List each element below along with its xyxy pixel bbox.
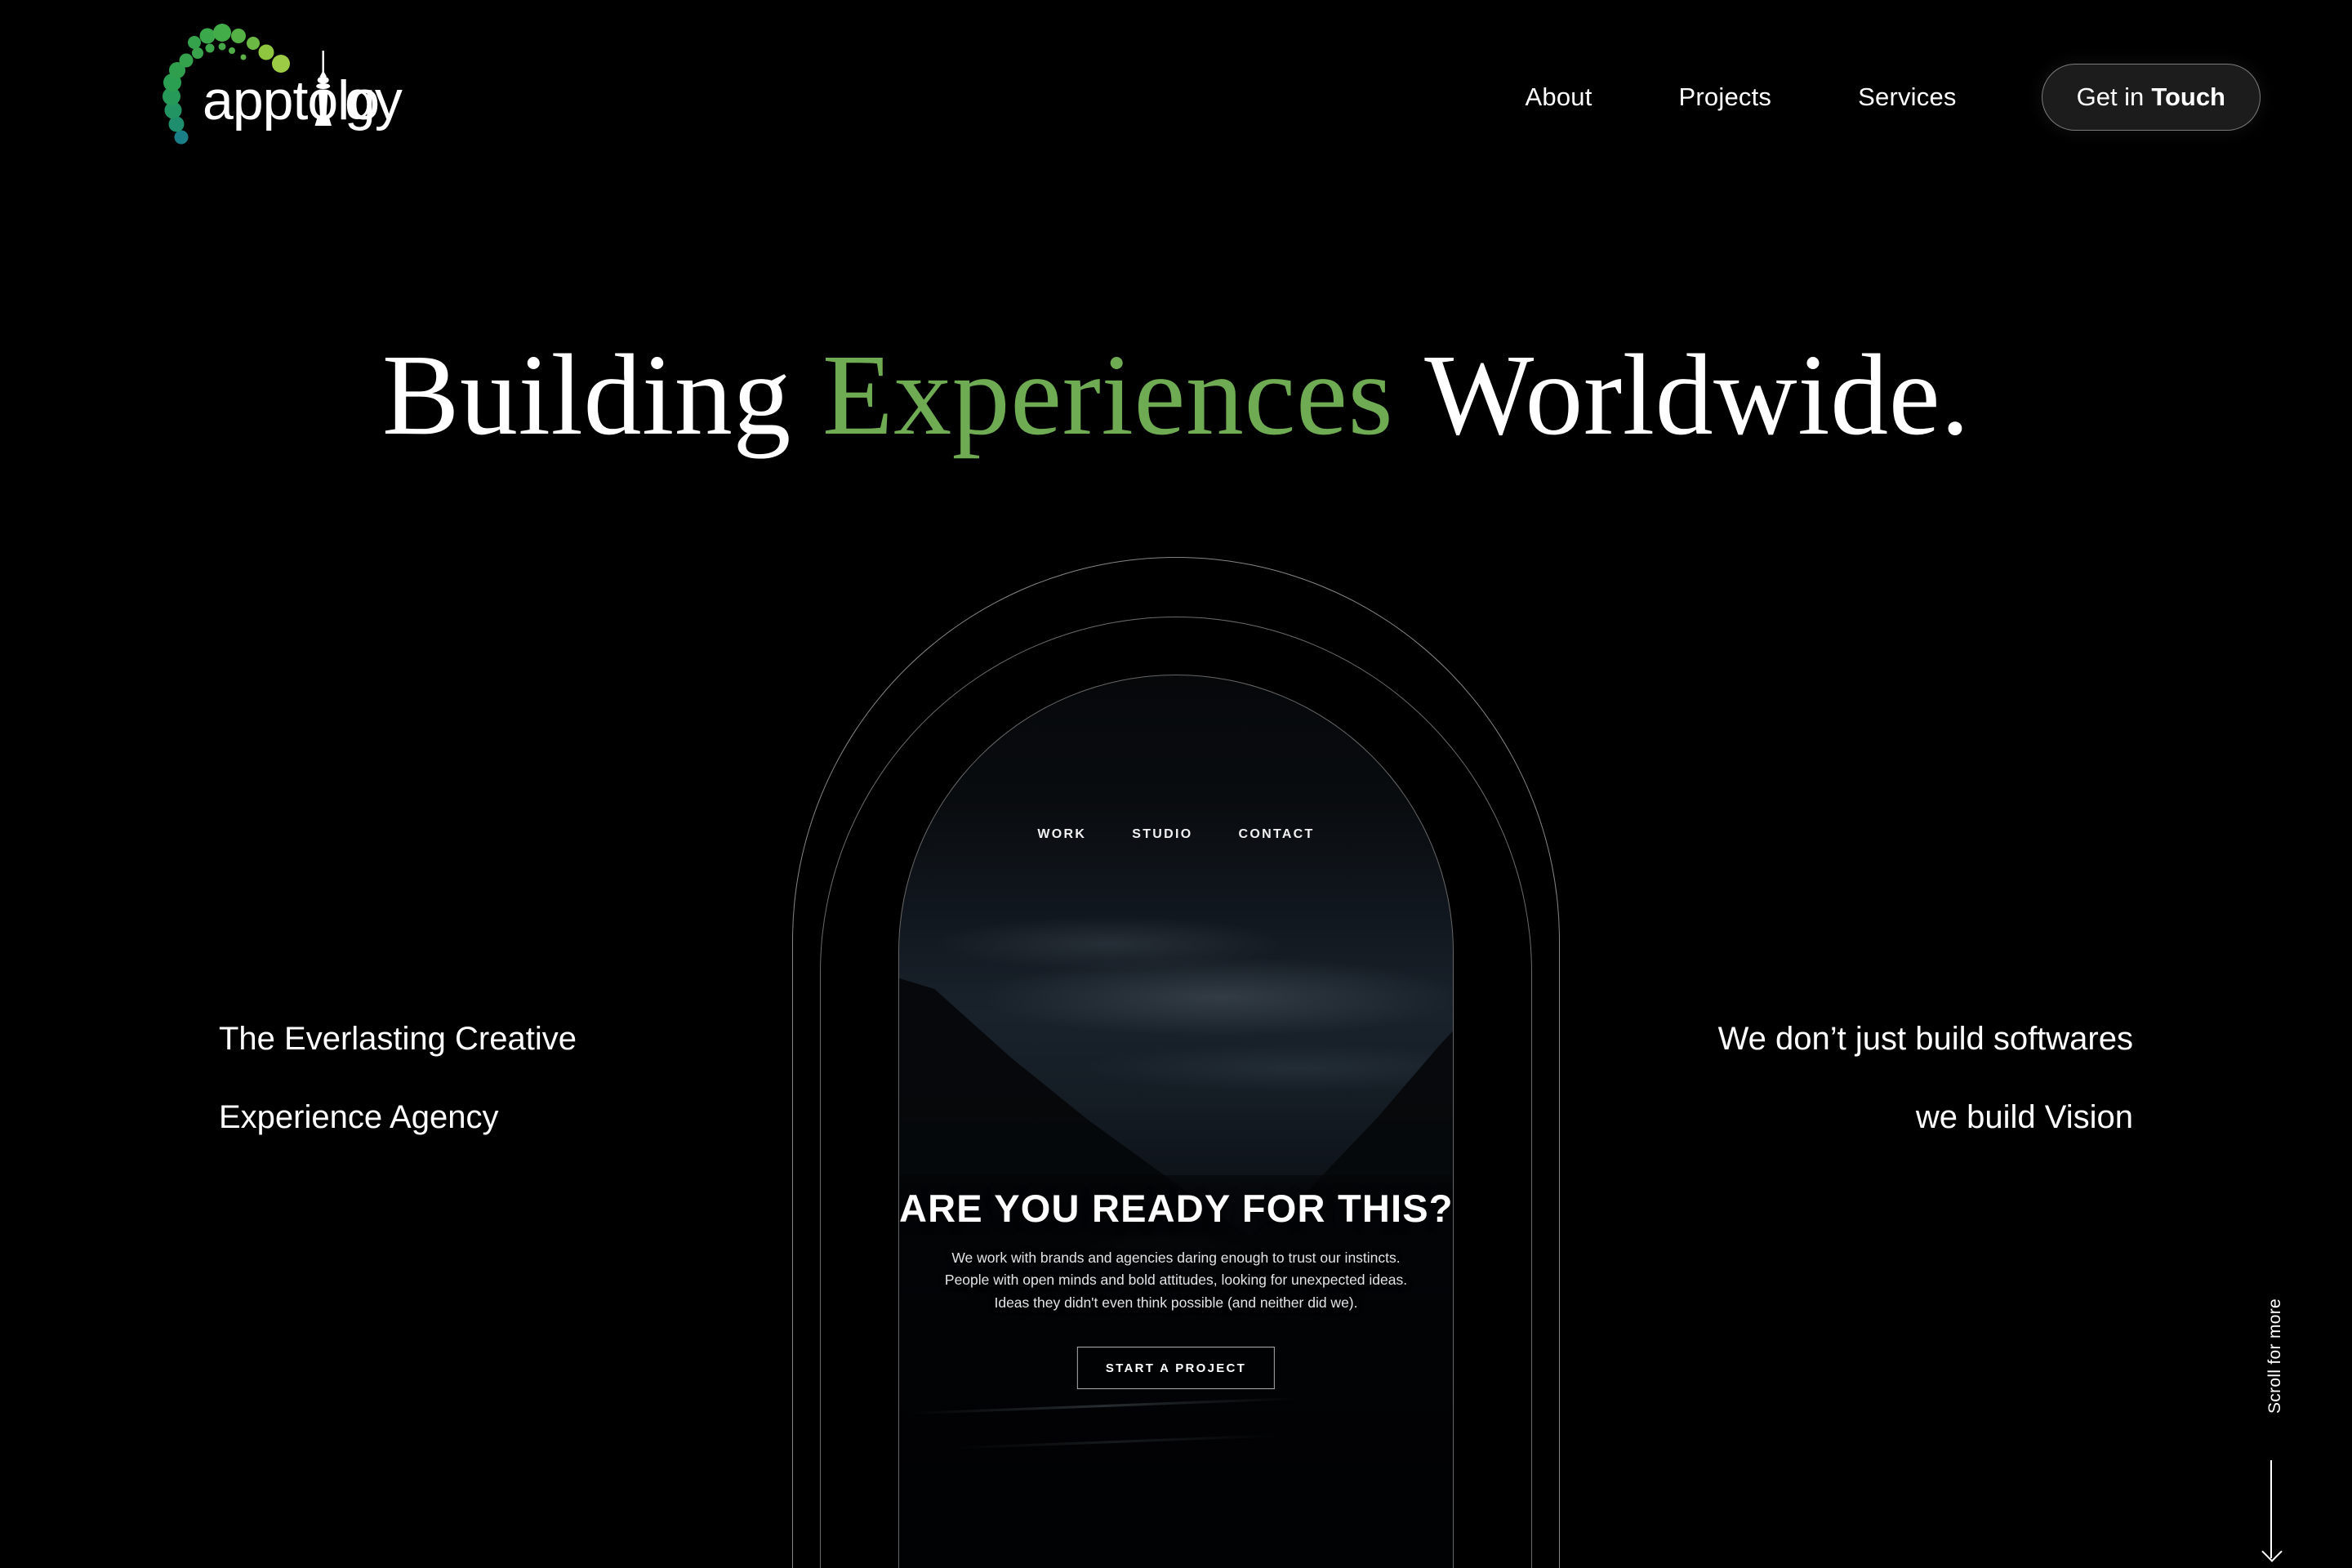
cta-label-regular: Get in [2076,82,2145,111]
brand-logo[interactable]: apptolo gy [122,21,441,176]
arch-preview-screen: WORK STUDIO CONTACT ARE YOU READY FOR TH… [899,675,1453,1568]
right-tagline: We don’t just build softwares we build V… [1718,1022,2133,1134]
site-header: apptolo gy About Projects Services Get i… [0,0,2352,204]
preview-body-line-2: People with open minds and bold attitude… [944,1272,1408,1289]
arch-composition: WORK STUDIO CONTACT ARE YOU READY FOR TH… [792,539,1560,1568]
primary-navigation: About Projects Services Get in Touch [1526,64,2261,131]
start-a-project-button[interactable]: START A PROJECT [1076,1347,1276,1389]
svg-text:gy: gy [345,69,403,131]
preview-nav-item-contact[interactable]: CONTACT [1238,827,1314,842]
right-tagline-line-2: we build Vision [1915,1099,2133,1135]
get-in-touch-button[interactable]: Get in Touch [2041,64,2261,131]
nav-item-projects[interactable]: Projects [1679,82,1772,112]
nav-item-about[interactable]: About [1526,82,1592,112]
preview-navigation: WORK STUDIO CONTACT [899,827,1453,842]
cta-label-bold: Touch [2151,82,2225,111]
arrow-down-icon [2270,1460,2272,1558]
preview-nav-item-work[interactable]: WORK [1037,827,1086,842]
headline-word-experiences: Experiences [822,330,1394,459]
nav-item-services[interactable]: Services [1858,82,1956,112]
scroll-for-more-cue[interactable]: Scroll for more [2239,1298,2288,1568]
apptology-logo-icon: apptolo gy [163,24,403,145]
preview-nav-item-studio[interactable]: STUDIO [1132,827,1192,842]
preview-body-copy: We work with brands and agencies daring … [899,1247,1453,1314]
left-tagline-line-1: The Everlasting Creative [219,1021,577,1057]
right-tagline-line-1: We don’t just build softwares [1717,1021,2133,1057]
headline-word-worldwide: Worldwide. [1424,330,1971,459]
preview-headline: ARE YOU READY FOR THIS? [899,1187,1453,1230]
hero-headline: Building Experiences Worldwide. [0,336,2352,452]
preview-content: WORK STUDIO CONTACT ARE YOU READY FOR TH… [899,675,1453,1568]
left-tagline: The Everlasting Creative Experience Agen… [219,1022,577,1134]
left-tagline-line-2: Experience Agency [219,1099,499,1135]
preview-body-line-3: Ideas they didn't even think possible (a… [994,1294,1358,1311]
preview-body-line-1: We work with brands and agencies daring … [951,1250,1401,1266]
scroll-cue-label: Scroll for more [2265,1298,2284,1414]
headline-word-building: Building [381,330,791,459]
